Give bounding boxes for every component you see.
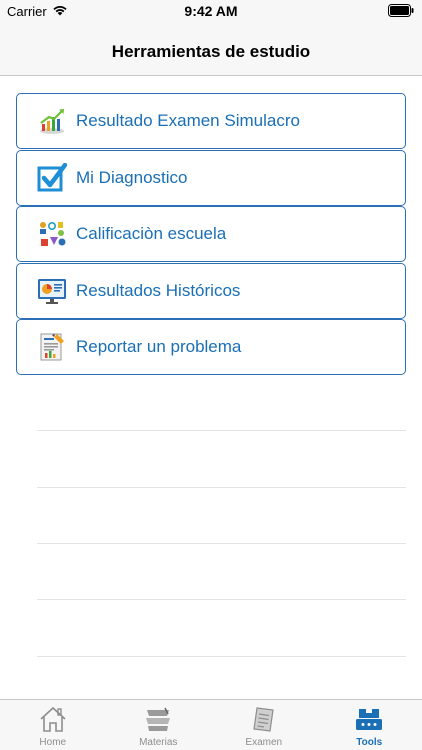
tool-item-calificacion-escuela[interactable]: Calificaciòn escuela [16, 206, 406, 262]
tab-label: Examen [245, 737, 283, 748]
tab-label: Materias [139, 737, 178, 748]
exam-paper-icon [249, 706, 279, 732]
presentation-screen-icon [37, 276, 67, 306]
tab-materias[interactable]: Materias [106, 700, 212, 750]
tools-list: Resultado Examen Simulacro Mi Diagnostic… [16, 93, 406, 376]
chart-growth-icon [37, 106, 67, 136]
tool-label: Reportar un problema [76, 337, 242, 356]
battery-icon [388, 4, 414, 22]
tab-label: Home [39, 737, 67, 748]
navigation-bar: Herramientas de estudio [0, 24, 422, 76]
tab-label: Tools [356, 737, 383, 748]
tool-label: Mi Diagnostico [76, 167, 188, 187]
tool-label: Resultado Examen Simulacro [76, 111, 300, 130]
tab-bar: Home Materias Examen Tools [0, 699, 422, 750]
tab-tools[interactable]: Tools [317, 700, 422, 750]
table-separator [37, 430, 406, 431]
checkbox-checked-icon [37, 162, 67, 193]
tab-home[interactable]: Home [0, 700, 106, 750]
report-document-icon [37, 332, 67, 362]
tool-item-resultado-examen-simulacro[interactable]: Resultado Examen Simulacro [16, 93, 406, 149]
table-separator [37, 599, 406, 600]
tool-item-reportar-un-problema[interactable]: Reportar un problema [16, 319, 406, 375]
tab-examen[interactable]: Examen [211, 700, 317, 750]
status-bar: Carrier 9:42 AM [0, 0, 422, 24]
clock: 9:42 AM [184, 3, 238, 19]
books-icon [143, 706, 173, 732]
tool-label: Resultados Históricos [76, 280, 241, 300]
tool-item-mi-diagnostico[interactable]: Mi Diagnostico [16, 149, 406, 206]
tool-label: Calificaciòn escuela [76, 224, 227, 243]
tool-item-resultados-historicos[interactable]: Resultados Históricos [16, 262, 406, 319]
table-separator [37, 656, 406, 657]
table-separator [37, 487, 406, 488]
page-title: Herramientas de estudio [111, 42, 311, 61]
science-tools-icon [37, 219, 67, 249]
toolbox-icon [354, 706, 384, 732]
table-separator [37, 543, 406, 544]
house-icon [38, 706, 68, 732]
